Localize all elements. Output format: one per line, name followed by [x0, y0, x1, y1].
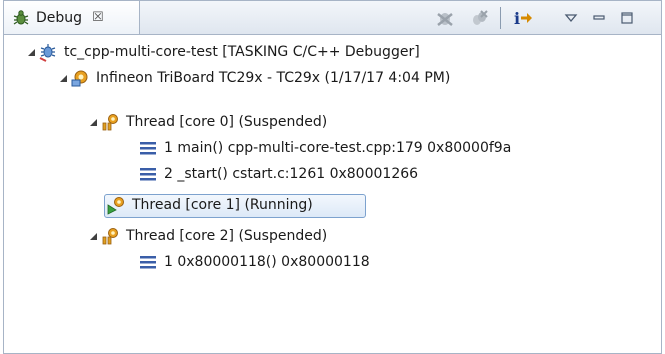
running-thread-icon	[106, 195, 126, 215]
tab-debug[interactable]: Debug ☒	[4, 1, 140, 34]
stack-frame-icon	[138, 252, 158, 272]
toolbar-separator	[500, 6, 501, 29]
debug-target-icon	[70, 68, 90, 88]
tab-title: Debug	[36, 9, 83, 26]
tree-item-label: 1 0x80000118() 0x80000118	[164, 254, 370, 270]
maximize-icon[interactable]	[617, 11, 637, 25]
tree-item-launch[interactable]: tc_cpp-multi-core-test [TASKING C/C++ De…	[24, 40, 420, 64]
tree-item-label: Thread [core 0] (Suspended)	[126, 114, 328, 130]
tree-item-stack-frame[interactable]: 2 _start() cstart.c:1261 0x80001266	[138, 162, 418, 186]
collapse-triangle-icon[interactable]	[24, 40, 38, 64]
tree-item-thread-core-0[interactable]: Thread [core 0] (Suspended)	[86, 110, 327, 134]
collapse-triangle-icon[interactable]	[86, 224, 100, 248]
remove-all-terminated-icon[interactable]	[466, 8, 492, 28]
tree-item-label: Thread [core 1] (Running)	[132, 197, 313, 213]
tree-item-target[interactable]: Infineon TriBoard TC29x - TC29x (1/17/17…	[56, 66, 450, 90]
view-toolbar: i	[432, 1, 637, 34]
suspended-thread-icon	[100, 226, 120, 246]
step-into-icon[interactable]: i	[509, 8, 535, 28]
stack-frame-icon	[138, 138, 158, 158]
remove-terminated-icon[interactable]	[432, 8, 458, 28]
tree-item-stack-frame[interactable]: 1 main() cpp-multi-core-test.cpp:179 0x8…	[138, 136, 511, 160]
collapse-triangle-icon[interactable]	[86, 110, 100, 134]
tree-item-label: 1 main() cpp-multi-core-test.cpp:179 0x8…	[164, 140, 512, 156]
tree-item-thread-core-1[interactable]: Thread [core 1] (Running)	[106, 193, 313, 217]
suspended-thread-icon	[100, 112, 120, 132]
minimize-icon[interactable]	[589, 13, 609, 23]
view-tab-bar: Debug ☒ i	[4, 1, 661, 35]
tree-item-label: 2 _start() cstart.c:1261 0x80001266	[164, 166, 419, 182]
launch-icon	[38, 42, 58, 62]
collapse-triangle-icon[interactable]	[56, 66, 70, 90]
tree-item-label: tc_cpp-multi-core-test [TASKING C/C++ De…	[64, 44, 420, 60]
debug-bug-icon	[12, 9, 30, 27]
debug-view: Debug ☒ i tc_cpp-multi-core-test [TASKIN…	[3, 0, 662, 354]
svg-text:i: i	[514, 9, 520, 28]
tree-item-label: Thread [core 2] (Suspended)	[126, 228, 328, 244]
tree-item-label: Infineon TriBoard TC29x - TC29x (1/17/17…	[96, 70, 451, 86]
debug-tree: tc_cpp-multi-core-test [TASKING C/C++ De…	[4, 35, 661, 353]
close-tab-icon[interactable]: ☒	[92, 10, 104, 25]
view-menu-icon[interactable]	[561, 13, 581, 23]
stack-frame-icon	[138, 164, 158, 184]
tree-item-thread-core-2[interactable]: Thread [core 2] (Suspended)	[86, 224, 327, 248]
tree-item-stack-frame[interactable]: 1 0x80000118() 0x80000118	[138, 250, 370, 274]
